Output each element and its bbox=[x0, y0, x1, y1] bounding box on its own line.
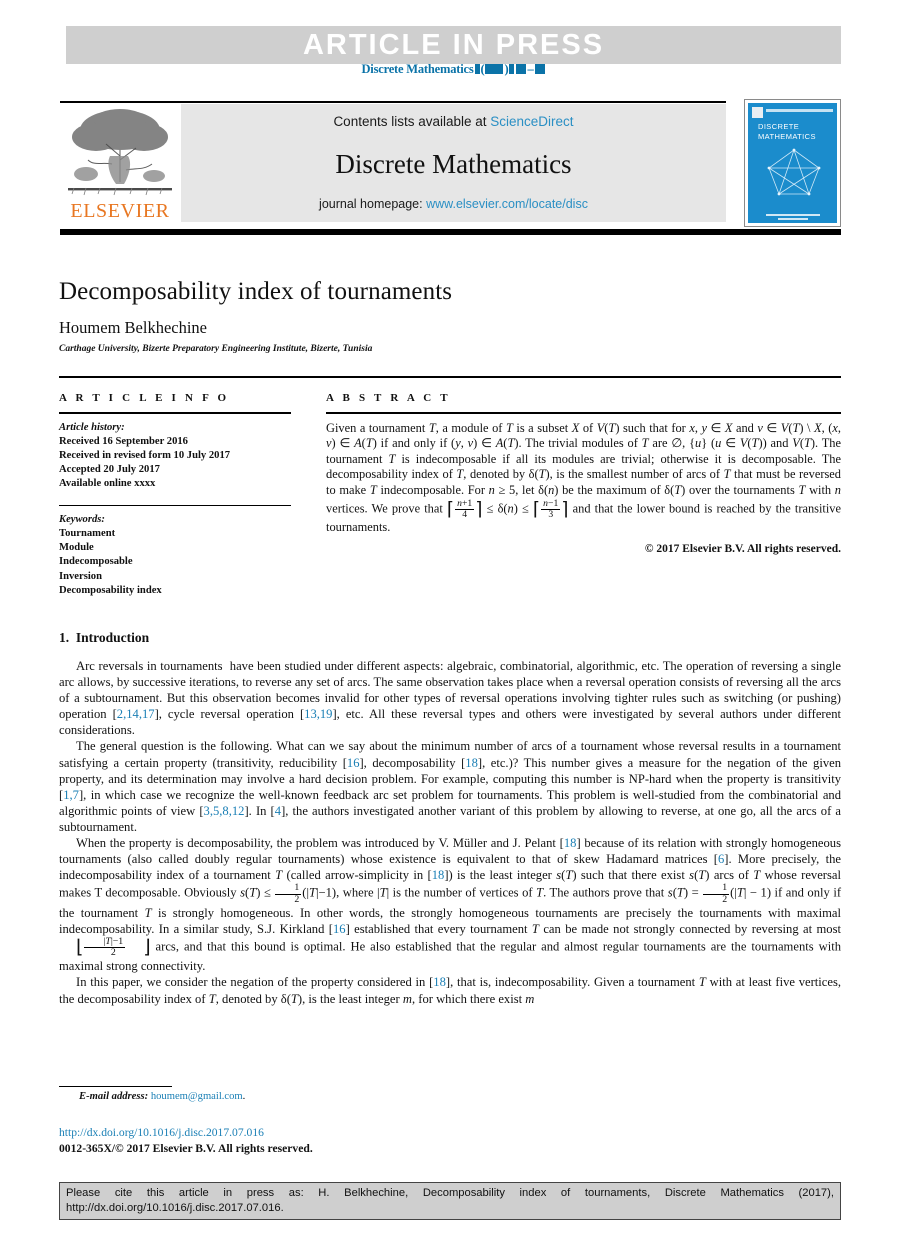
journal-homepage-link[interactable]: www.elsevier.com/locate/disc bbox=[426, 197, 588, 211]
footnote-email-line: E-mail address: houmem@gmail.com. bbox=[79, 1091, 245, 1102]
citation-link[interactable]: 18 bbox=[432, 868, 445, 882]
author-name: Houmem Belkhechine bbox=[59, 318, 208, 337]
journal-cover-thumbnail: DISCRETE MATHEMATICS bbox=[744, 99, 841, 227]
journal-header-box: Contents lists available at ScienceDirec… bbox=[181, 104, 726, 222]
keywords-rule bbox=[59, 504, 291, 506]
citation-link[interactable]: 13,19 bbox=[304, 707, 332, 721]
paper-page: ARTICLE IN PRESS Discrete Mathematics() – bbox=[0, 0, 907, 1238]
cover-elsevier-mark-icon bbox=[752, 107, 763, 118]
page-title: Decomposability index of tournaments bbox=[59, 278, 453, 305]
introduction-body: Arc reversals in tournaments have been s… bbox=[59, 658, 841, 1007]
email-link[interactable]: houmem@gmail.com bbox=[151, 1091, 243, 1102]
citation-link[interactable]: 1,7 bbox=[63, 788, 79, 802]
citation-link[interactable]: 18 bbox=[433, 975, 446, 989]
cite-line-1: Please cite this article in press as: H.… bbox=[66, 1187, 834, 1199]
cite-this-article-box: Please cite this article in press as: H.… bbox=[59, 1182, 841, 1220]
abstract-copyright: © 2017 Elsevier B.V. All rights reserved… bbox=[644, 543, 841, 556]
citation-link[interactable]: 6 bbox=[718, 852, 724, 866]
header-top-rule bbox=[60, 101, 726, 103]
abstract-rule bbox=[326, 412, 841, 414]
cover-journal-title: DISCRETE MATHEMATICS bbox=[758, 122, 816, 142]
pages-placeholder-block-1 bbox=[509, 64, 515, 74]
section-heading-introduction: 1. Introduction bbox=[59, 630, 149, 646]
cover-volume-text bbox=[766, 109, 833, 112]
contents-lists-label: Contents lists available at bbox=[333, 114, 491, 129]
article-info-column: A R T I C L E I N F O Article history: R… bbox=[59, 392, 291, 598]
section-title: Introduction bbox=[75, 630, 150, 645]
keywords-label: Keywords: bbox=[59, 513, 105, 525]
article-in-press-banner: ARTICLE IN PRESS bbox=[66, 26, 841, 64]
article-in-press-label: ARTICLE IN PRESS bbox=[302, 29, 605, 61]
history-item: Accepted 20 July 2017 bbox=[59, 464, 160, 476]
email-label: E-mail address: bbox=[79, 1091, 149, 1102]
citation-link[interactable]: 16 bbox=[333, 922, 346, 936]
sciencedirect-link[interactable]: ScienceDirect bbox=[490, 114, 573, 129]
abstract-column: A B S T R A C T Given a tournament T, a … bbox=[326, 392, 841, 555]
journal-cover-artwork: DISCRETE MATHEMATICS bbox=[748, 103, 837, 223]
pentagram-graph-icon bbox=[767, 148, 821, 196]
cite-line-2: http://dx.doi.org/10.1016/j.disc.2017.07… bbox=[66, 1202, 284, 1214]
article-info-heading: A R T I C L E I N F O bbox=[59, 392, 230, 404]
history-item: Received in revised form 10 July 2017 bbox=[59, 450, 231, 461]
cover-title-line-2: MATHEMATICS bbox=[758, 132, 816, 141]
keyword-item: Decomposability index bbox=[59, 584, 162, 596]
contents-lists-line: Contents lists available at ScienceDirec… bbox=[181, 114, 726, 129]
header-thick-rule bbox=[60, 229, 841, 235]
journal-reference-name: Discrete Mathematics bbox=[361, 62, 474, 76]
elsevier-tree-icon bbox=[68, 109, 172, 196]
issue-placeholder-block bbox=[485, 64, 504, 74]
citation-link[interactable]: 3,5,8,12 bbox=[204, 804, 245, 818]
keyword-item: Tournament bbox=[59, 528, 116, 539]
citation-link[interactable]: 16 bbox=[347, 756, 360, 770]
citation-link[interactable]: 2,14,17 bbox=[117, 707, 155, 721]
section-number: 1. bbox=[59, 630, 70, 645]
citation-link[interactable]: 18 bbox=[564, 836, 577, 850]
citation-link[interactable]: 4 bbox=[275, 804, 281, 818]
article-info-rule bbox=[59, 412, 291, 414]
journal-homepage-line: journal homepage: www.elsevier.com/locat… bbox=[181, 197, 726, 211]
article-history-label: Article history: bbox=[59, 421, 125, 433]
doi-link[interactable]: http://dx.doi.org/10.1016/j.disc.2017.07… bbox=[59, 1126, 264, 1139]
history-item: Available online xxxx bbox=[59, 478, 156, 490]
paragraph: When the property is decomposability, th… bbox=[59, 836, 842, 974]
keyword-item: Inversion bbox=[59, 570, 102, 582]
email-period: . bbox=[242, 1091, 246, 1102]
abstract-heading: A B S T R A C T bbox=[326, 392, 451, 404]
paragraph: Arc reversals in tournaments have been s… bbox=[59, 659, 841, 738]
paragraph: In this paper, we consider the negation … bbox=[59, 975, 841, 1006]
elsevier-logo: ELSEVIER bbox=[62, 104, 178, 226]
keyword-item: Module bbox=[59, 542, 94, 554]
volume-placeholder-block bbox=[474, 64, 480, 74]
cover-footer-line-1 bbox=[766, 214, 820, 216]
issn-copyright-line: 0012-365X/© 2017 Elsevier B.V. All right… bbox=[59, 1142, 313, 1155]
author-affiliation: Carthage University, Bizerte Preparatory… bbox=[59, 344, 373, 354]
journal-title: Discrete Mathematics bbox=[335, 149, 572, 179]
journal-reference-line: Discrete Mathematics() – bbox=[0, 62, 907, 77]
abstract-text: Given a tournament T, a module of T is a… bbox=[326, 420, 841, 534]
history-item: Received 16 September 2016 bbox=[59, 435, 188, 447]
journal-homepage-label: journal homepage: bbox=[319, 197, 427, 211]
keywords-block: Keywords: Tournament Module Indecomposab… bbox=[59, 513, 291, 598]
cover-title-line-1: DISCRETE bbox=[758, 122, 800, 131]
cover-footer-line-2 bbox=[778, 218, 808, 220]
footnote-rule bbox=[59, 1086, 172, 1088]
title-bottom-rule bbox=[59, 376, 841, 378]
elsevier-wordmark: ELSEVIER bbox=[70, 200, 170, 222]
keyword-item: Indecomposable bbox=[59, 556, 133, 568]
pages-placeholder-block-3 bbox=[534, 64, 545, 74]
cover-top-bar bbox=[752, 107, 833, 118]
paragraph: The general question is the following. W… bbox=[59, 739, 842, 834]
pages-placeholder-block-2 bbox=[516, 64, 527, 74]
article-history-block: Article history: Received 16 September 2… bbox=[59, 421, 291, 492]
citation-link[interactable]: 18 bbox=[465, 756, 478, 770]
